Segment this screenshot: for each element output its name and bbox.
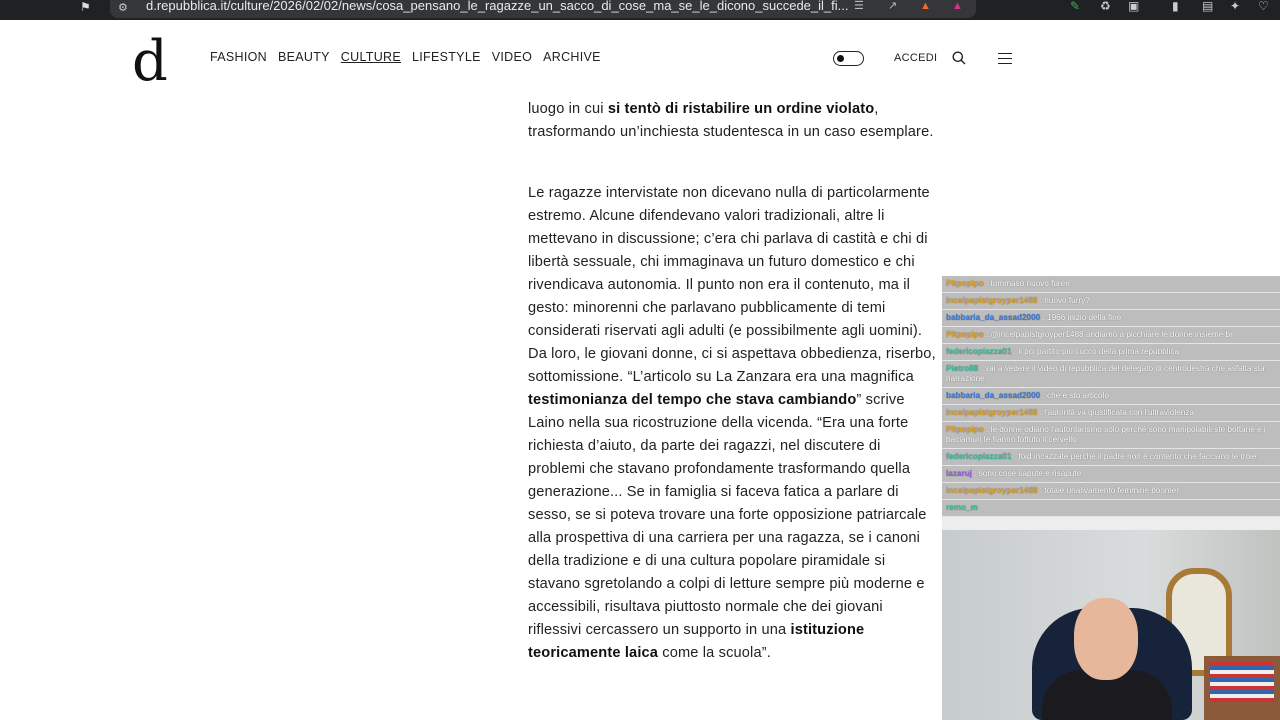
chat-message: lazaruj : sono cose sapute e risapute — [942, 466, 1280, 483]
login-link[interactable]: ACCEDI — [894, 52, 937, 64]
chat-message: Pitpopipo : @incelpapistgroyper1488 andi… — [942, 327, 1280, 344]
chat-text: : nuovo furry? — [1037, 296, 1090, 305]
bold-text: testimonianza del tempo che stava cambia… — [528, 392, 857, 408]
extension-icon[interactable]: ✎ — [1070, 0, 1080, 12]
chat-text: : — [977, 503, 983, 512]
text-run: ” scrive Laino nella sua ricostruzione d… — [528, 392, 927, 638]
chat-text: : l'autorità va giustificata con l'ultra… — [1037, 408, 1194, 417]
nav-archive[interactable]: ARCHIVE — [543, 50, 601, 64]
chat-text: : che e sto articolo — [1040, 391, 1109, 400]
reader-mode-icon[interactable]: ☰ — [854, 0, 864, 12]
chat-text: : il pci partito più cucco della prima r… — [1011, 347, 1180, 356]
chat-message: incelpapistgroyper1488 : l'autorità va g… — [942, 405, 1280, 422]
chat-message: Pitpopipo : le donne odiano l'autoritari… — [942, 422, 1280, 449]
chat-message: federicopiazza01 : il pci partito più cu… — [942, 344, 1280, 361]
nav-fashion[interactable]: FASHION — [210, 50, 267, 64]
chat-message: incelpapistgroyper1488 : totale unalivam… — [942, 483, 1280, 500]
streamer-face-image — [1074, 598, 1138, 680]
chat-text: : @incelpapistgroyper1488 andiamo a picc… — [983, 330, 1233, 339]
nav-lifestyle[interactable]: LIFESTYLE — [412, 50, 481, 64]
books-image — [1210, 662, 1274, 702]
chat-message: Pietro88 : vai a vedere il video di repu… — [942, 361, 1280, 388]
chat-username: Pitpopipo — [946, 330, 984, 339]
leo-icon[interactable]: ✦ — [1230, 0, 1240, 12]
chat-text: : totale unalivamento femmine boomer — [1037, 486, 1180, 495]
chat-message: babbaria_da_assad2000 : 1966 inizio dell… — [942, 310, 1280, 327]
chat-message: Pitpopipo : tommaso nuovo furerr — [942, 276, 1280, 293]
article-paragraph: luogo in cui si tentò di ristabilire un … — [528, 98, 940, 144]
wallet-icon[interactable]: ▣ — [1128, 0, 1139, 12]
chat-username: federicopiazza01 — [946, 452, 1012, 461]
bold-text: si tentò di ristabilire un ordine violat… — [607, 101, 875, 117]
chat-text: : foid incazzate perché il padre non è c… — [1011, 452, 1257, 461]
url-text[interactable]: d.repubblica.it/culture/2026/02/02/news/… — [146, 0, 946, 14]
chat-username: babbaria_da_assad2000 — [946, 391, 1041, 400]
vpn-icon[interactable]: ♡ — [1258, 0, 1269, 12]
chat-text: : 1966 inizio della fine — [1040, 313, 1122, 322]
nav-culture[interactable]: CULTURE — [341, 50, 401, 64]
chat-text: : sono cose sapute e risapute — [971, 469, 1082, 478]
site-logo[interactable]: d — [132, 34, 168, 90]
sidebar-icon[interactable]: ▮ — [1172, 0, 1179, 12]
article-body: luogo in cui si tentò di ristabilire un … — [528, 98, 940, 720]
stream-chat-overlay: Pitpopipo : tommaso nuovo furerr incelpap… — [942, 276, 1280, 530]
article-paragraph: Le ragazze intervistate non dicevano nul… — [528, 182, 940, 665]
rewards-icon[interactable]: ▲ — [952, 0, 963, 12]
text-run: Le ragazze intervistate non dicevano nul… — [528, 185, 936, 385]
tab-search-icon[interactable]: ▤ — [1202, 0, 1213, 12]
site-settings-icon[interactable]: ⚙ — [118, 1, 128, 14]
chat-username: remo_m — [946, 503, 978, 512]
chat-text: : tommaso nuovo furerr — [983, 279, 1071, 288]
nav-video[interactable]: VIDEO — [492, 50, 532, 64]
chat-username: incelpapistgroyper1488 — [946, 296, 1038, 305]
chat-message: babbaria_da_assad2000 : che e sto artico… — [942, 388, 1280, 405]
chat-username: incelpapistgroyper1488 — [946, 486, 1038, 495]
address-bar[interactable]: ⚙ d.repubblica.it/culture/2026/02/02/new… — [110, 0, 976, 18]
dark-mode-toggle[interactable] — [833, 51, 864, 66]
chat-username: incelpapistgroyper1488 — [946, 408, 1038, 417]
webcam-overlay — [942, 530, 1280, 720]
chat-message: incelpapistgroyper1488 : nuovo furry? — [942, 293, 1280, 310]
search-icon[interactable] — [952, 51, 966, 65]
brave-shield-icon[interactable]: ▲ — [920, 0, 931, 12]
chat-username: federicopiazza01 — [946, 347, 1012, 356]
chat-text: : vai a vedere il video di repubblica de… — [946, 364, 1265, 383]
chat-message: remo_m : — [942, 500, 1280, 517]
hamburger-menu-icon[interactable] — [998, 53, 1012, 64]
chat-username: Pitpopipo — [946, 279, 984, 288]
site-header: d FASHION BEAUTY CULTURE LIFESTYLE VIDEO… — [0, 20, 1280, 98]
chat-username: Pietro88 — [946, 364, 979, 373]
chat-text: : le donne odiano l'autoritarismo solo p… — [946, 425, 1266, 444]
text-run: luogo in cui — [528, 101, 608, 117]
share-icon[interactable]: ↗ — [888, 0, 897, 12]
chat-message: federicopiazza01 : foid incazzate perché… — [942, 449, 1280, 466]
chat-username: lazaruj — [946, 469, 972, 478]
main-nav: FASHION BEAUTY CULTURE LIFESTYLE VIDEO A… — [210, 50, 601, 64]
toggle-knob — [837, 55, 844, 62]
chat-username: Pitpopipo — [946, 425, 984, 434]
chat-username: babbaria_da_assad2000 — [946, 313, 1041, 322]
extensions-icon[interactable]: ♻ — [1100, 0, 1111, 12]
nav-beauty[interactable]: BEAUTY — [278, 50, 330, 64]
text-run: come la scuola”. — [658, 645, 771, 661]
bookmark-icon[interactable]: ⚑ — [80, 0, 98, 14]
browser-toolbar: ⚑ ⚙ d.repubblica.it/culture/2026/02/02/n… — [0, 0, 1280, 20]
